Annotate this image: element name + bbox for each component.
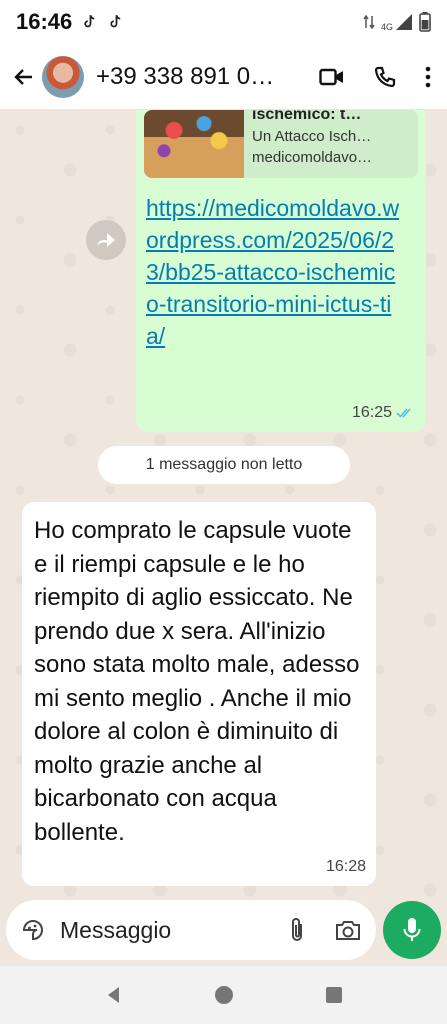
- message-input[interactable]: Messaggio: [60, 917, 288, 944]
- nav-back-icon[interactable]: [104, 985, 124, 1005]
- more-options-icon[interactable]: [425, 66, 431, 88]
- composer-actions: [288, 916, 362, 944]
- back-arrow-icon: [14, 68, 32, 85]
- link-preview[interactable]: ischemico: t… Un Attacco Isch… medicomol…: [144, 110, 418, 178]
- tiktok-notification-icon-2: [110, 15, 121, 28]
- mic-icon: [403, 918, 421, 941]
- status-left: 16:46: [16, 9, 124, 35]
- message-time: 16:25: [351, 404, 392, 421]
- incoming-message[interactable]: Ho comprato le capsule vuote e il riempi…: [22, 502, 376, 886]
- message-composer[interactable]: Messaggio: [6, 900, 376, 960]
- chat-header: +39 338 891 0…: [0, 44, 447, 110]
- back-button[interactable]: [10, 63, 38, 91]
- signal-icon: [396, 14, 412, 30]
- sticker-icon[interactable]: [20, 917, 46, 943]
- link-preview-domain: medicomoldavo…: [252, 149, 373, 166]
- double-check-read-icon: [396, 408, 411, 418]
- status-time: 16:46: [16, 9, 73, 34]
- link-preview-description: Un Attacco Isch…: [252, 128, 372, 145]
- data-transfer-icon: [363, 15, 375, 29]
- chat-area[interactable]: ischemico: t… Un Attacco Isch… medicomol…: [0, 110, 447, 900]
- header-actions: [319, 65, 437, 89]
- forward-icon: [97, 233, 115, 247]
- status-bar: 16:46 4G: [0, 0, 447, 44]
- status-right: 4G: [363, 12, 431, 32]
- unread-divider: 1 messaggio non letto: [98, 446, 350, 484]
- contact-name[interactable]: +39 338 891 0…: [96, 63, 274, 91]
- message-time: 16:28: [325, 858, 366, 875]
- forward-button[interactable]: [86, 220, 126, 260]
- avatar[interactable]: [42, 55, 84, 98]
- camera-icon[interactable]: [334, 918, 362, 942]
- mic-button[interactable]: [383, 901, 441, 959]
- link-preview-title: ischemico: t…: [252, 110, 362, 123]
- nav-home-icon[interactable]: [214, 985, 234, 1005]
- voice-call-icon[interactable]: [373, 65, 397, 89]
- video-call-icon[interactable]: [319, 67, 345, 87]
- message-text: Ho comprato le capsule vuote e il riempi…: [34, 517, 360, 846]
- outgoing-message[interactable]: ischemico: t… Un Attacco Isch… medicomol…: [136, 110, 426, 432]
- network-type: 4G: [380, 22, 393, 32]
- system-nav-bar: [0, 966, 447, 1024]
- message-meta: 16:25: [352, 404, 416, 422]
- message-link[interactable]: https://medicomoldavo.wordpress.com/2025…: [144, 192, 404, 352]
- tiktok-notification-icon: [84, 15, 95, 28]
- battery-icon: [419, 12, 431, 32]
- link-preview-text: ischemico: t… Un Attacco Isch… medicomol…: [244, 110, 380, 178]
- attach-icon[interactable]: [288, 916, 306, 944]
- link-preview-thumbnail: [144, 110, 244, 178]
- nav-recents-icon[interactable]: [324, 985, 344, 1005]
